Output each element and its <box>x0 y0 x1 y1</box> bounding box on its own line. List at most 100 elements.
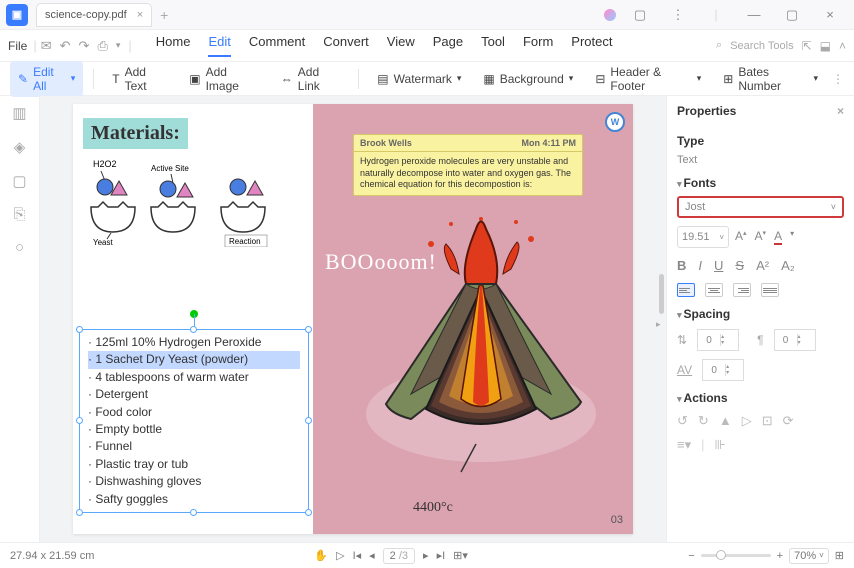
document-canvas[interactable]: Materials: H2O2 Active Site <box>40 96 666 542</box>
bates-number-button[interactable]: ⊞Bates Number▾ <box>715 61 826 97</box>
align-center-button[interactable] <box>705 283 723 297</box>
selected-text-box[interactable]: 125ml 10% Hydrogen Peroxide 1 Sachet Dry… <box>79 329 309 513</box>
spacing-section-label[interactable]: Spacing <box>677 307 844 321</box>
resize-handle[interactable] <box>76 326 83 333</box>
flip-horizontal-icon[interactable]: ▷ <box>742 413 752 429</box>
fit-options-icon[interactable]: ⊞▾ <box>453 549 468 562</box>
hand-tool-icon[interactable]: ✋ <box>314 549 328 562</box>
search-icon[interactable]: ⌕ <box>716 39 722 52</box>
tab-tool[interactable]: Tool <box>481 34 505 57</box>
font-color-icon[interactable]: A <box>774 229 782 245</box>
select-tool-icon[interactable]: ▷ <box>336 549 344 562</box>
watermark-button[interactable]: ▤Watermark▾ <box>369 68 469 90</box>
char-spacing-input[interactable]: ▴▾ <box>702 359 744 381</box>
tab-home[interactable]: Home <box>156 34 191 57</box>
more-icon[interactable]: ⋮ <box>664 7 692 23</box>
prev-page-button[interactable]: ◂ <box>369 549 375 562</box>
resize-handle[interactable] <box>76 509 83 516</box>
tab-protect[interactable]: Protect <box>571 34 612 57</box>
edit-all-button[interactable]: ✎ Edit All ▾ <box>10 61 83 97</box>
underline-button[interactable]: U <box>714 258 723 273</box>
replace-icon[interactable]: ⟳ <box>783 413 794 429</box>
paragraph-spacing-input[interactable]: ▴▾ <box>774 329 816 351</box>
superscript-button[interactable]: A² <box>756 258 769 273</box>
first-page-button[interactable]: I◂ <box>353 549 362 562</box>
rotate-right-icon[interactable]: ↻ <box>698 413 709 429</box>
indent-icon[interactable]: ⊪ <box>715 437 726 453</box>
resize-handle[interactable] <box>76 417 83 424</box>
list-item[interactable]: Detergent <box>88 386 300 403</box>
align-left-button[interactable] <box>677 283 695 297</box>
redo-icon[interactable]: ↷ <box>79 38 90 54</box>
list-item[interactable]: Plastic tray or tub <box>88 456 300 473</box>
sticky-note[interactable]: Brook Wells Mon 4:11 PM Hydrogen peroxid… <box>353 134 583 196</box>
align-right-button[interactable] <box>733 283 751 297</box>
toolbar-overflow-icon[interactable]: ⋮ <box>832 72 844 86</box>
thumbnails-icon[interactable]: ▥ <box>12 104 26 122</box>
resize-handle[interactable] <box>305 417 312 424</box>
search-tools-input[interactable]: Search Tools <box>730 40 793 52</box>
bold-button[interactable]: B <box>677 258 686 273</box>
resize-handle[interactable] <box>305 326 312 333</box>
profile-icon[interactable] <box>604 9 616 21</box>
fonts-section-label[interactable]: Fonts <box>677 176 844 190</box>
file-menu[interactable]: File <box>8 39 27 53</box>
italic-button[interactable]: I <box>698 258 702 273</box>
tab-form[interactable]: Form <box>523 34 553 57</box>
list-item[interactable]: 4 tablespoons of warm water <box>88 369 300 386</box>
list-item[interactable]: 1 Sachet Dry Yeast (powder) <box>88 351 300 368</box>
add-link-button[interactable]: ⇔Add Link <box>273 61 349 97</box>
list-item[interactable]: Empty bottle <box>88 421 300 438</box>
save-icon[interactable]: ✉ <box>41 38 52 54</box>
minimize-button[interactable]: — <box>740 7 768 22</box>
next-page-button[interactable]: ▸ <box>423 549 429 562</box>
zoom-out-button[interactable]: − <box>688 550 694 562</box>
tab-convert[interactable]: Convert <box>323 34 369 57</box>
close-properties-icon[interactable]: × <box>837 104 844 118</box>
close-tab-icon[interactable]: × <box>137 9 143 21</box>
current-page-input[interactable]: 2 <box>390 550 396 562</box>
attachments-icon[interactable]: ⎘ <box>13 206 25 223</box>
font-size-input[interactable]: 19.51˅ <box>677 226 729 248</box>
comments-icon[interactable]: ▢ <box>12 172 26 190</box>
tab-page[interactable]: Page <box>433 34 463 57</box>
add-tab-button[interactable]: + <box>160 7 168 23</box>
subscript-button[interactable]: A₂ <box>781 258 795 273</box>
align-justify-button[interactable] <box>761 283 779 297</box>
tab-view[interactable]: View <box>387 34 415 57</box>
strikethrough-button[interactable]: S <box>735 258 744 273</box>
maximize-button[interactable]: ▢ <box>778 7 806 23</box>
collapse-properties-icon[interactable]: ▸ <box>656 319 666 339</box>
tab-comment[interactable]: Comment <box>249 34 305 57</box>
list-item[interactable]: 125ml 10% Hydrogen Peroxide <box>88 334 300 351</box>
vertical-scrollbar[interactable] <box>659 274 664 314</box>
document-tab[interactable]: science-copy.pdf × <box>36 3 152 27</box>
word-export-badge[interactable]: W <box>605 112 625 132</box>
add-text-button[interactable]: TAdd Text <box>104 61 175 97</box>
collapse-ribbon-icon[interactable]: ˄ <box>839 39 846 53</box>
print-icon[interactable]: ⎙ <box>97 38 107 54</box>
line-spacing-input[interactable]: ▴▾ <box>697 329 739 351</box>
header-footer-button[interactable]: ⊟Header & Footer▾ <box>587 61 709 97</box>
zoom-slider[interactable] <box>701 554 771 557</box>
resize-handle[interactable] <box>190 509 197 516</box>
flip-vertical-icon[interactable]: ▲ <box>719 413 732 429</box>
zoom-level-select[interactable]: 70%˅ <box>789 548 829 564</box>
notification-icon[interactable]: ▢ <box>626 7 654 23</box>
bookmarks-icon[interactable]: ◈ <box>14 138 26 156</box>
close-window-button[interactable]: × <box>816 7 844 22</box>
share-icon[interactable]: ⇱ <box>802 39 812 53</box>
actions-section-label[interactable]: Actions <box>677 391 844 405</box>
decrease-font-icon[interactable]: A▾ <box>755 229 767 245</box>
resize-handle[interactable] <box>190 326 197 333</box>
search-panel-icon[interactable]: ○ <box>15 239 24 256</box>
add-image-button[interactable]: ▣Add Image <box>181 61 267 97</box>
crop-icon[interactable]: ⊡ <box>762 413 773 429</box>
increase-font-icon[interactable]: A▴ <box>735 229 747 245</box>
undo-icon[interactable]: ↶ <box>60 38 71 54</box>
fullscreen-icon[interactable]: ⊞ <box>835 549 844 562</box>
zoom-in-button[interactable]: + <box>777 550 783 562</box>
font-family-select[interactable]: Jost ˅ <box>677 196 844 218</box>
last-page-button[interactable]: ▸I <box>437 549 446 562</box>
list-item[interactable]: Food color <box>88 404 300 421</box>
